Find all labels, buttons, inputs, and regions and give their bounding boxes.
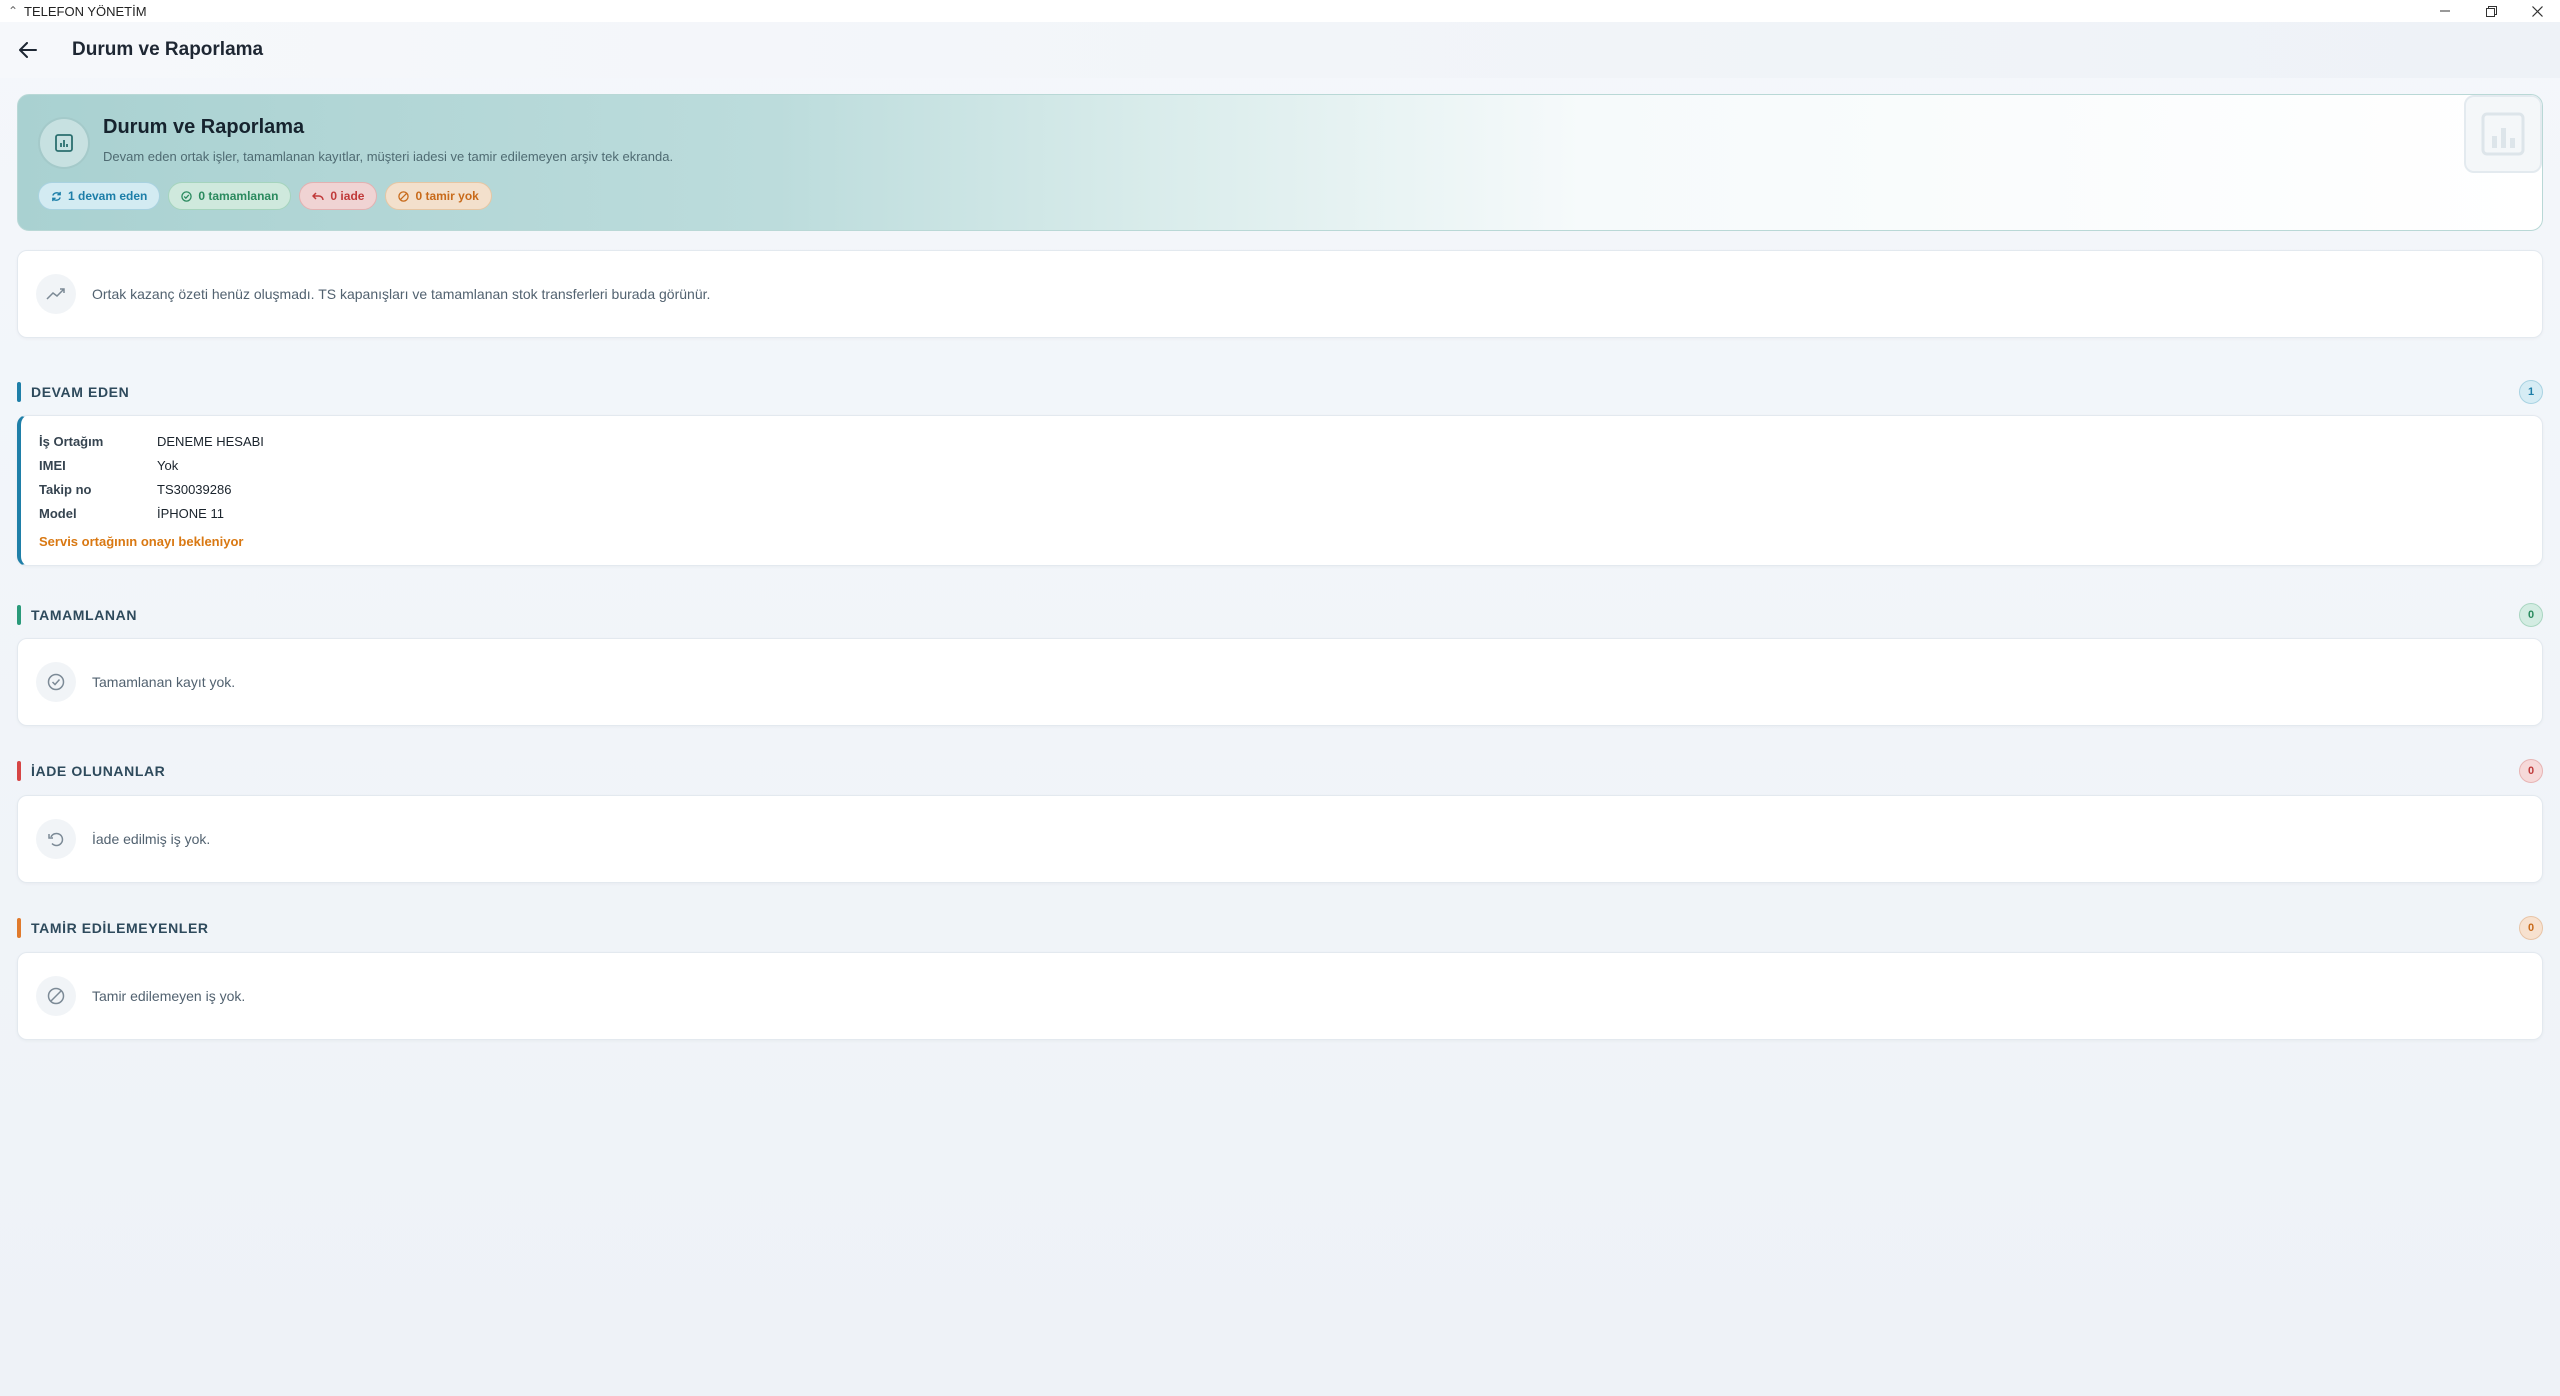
trend-icon bbox=[36, 274, 76, 314]
section-ongoing-count: 1 bbox=[2519, 380, 2543, 404]
arrow-left-icon bbox=[19, 42, 37, 58]
section-unrepairable-title: TAMİR EDİLEMEYENLER bbox=[31, 920, 209, 936]
returned-empty-text: İade edilmiş iş yok. bbox=[92, 831, 211, 847]
app-icon: ⌃ bbox=[8, 4, 19, 18]
section-returned-count: 0 bbox=[2519, 759, 2543, 783]
job-status-text: Servis ortağının onayı bekleniyor bbox=[39, 534, 244, 549]
section-ongoing-header: DEVAM EDEN 1 bbox=[17, 380, 2543, 404]
summary-row: Ortak kazanç özeti henüz oluşmadı. TS ka… bbox=[18, 251, 2542, 337]
completed-empty-text: Tamamlanan kayıt yok. bbox=[92, 674, 236, 690]
ongoing-job-card[interactable]: İş Ortağım DENEME HESABI IMEI Yok Takip … bbox=[17, 415, 2543, 566]
hero-subtitle: Devam eden ortak işler, tamamlanan kayıt… bbox=[103, 149, 674, 164]
job-field-partner-value: DENEME HESABI bbox=[157, 434, 264, 449]
window-controls bbox=[2422, 0, 2560, 22]
block-icon bbox=[36, 976, 76, 1016]
section-completed-title: TAMAMLANAN bbox=[31, 607, 138, 623]
job-field-tracking-value: TS30039286 bbox=[157, 482, 232, 497]
undo-circle-icon bbox=[36, 819, 76, 859]
page-header: Durum ve Raporlama bbox=[0, 22, 2560, 78]
unrepairable-empty-text: Tamir edilemeyen iş yok. bbox=[92, 988, 246, 1004]
page-title: Durum ve Raporlama bbox=[72, 39, 264, 60]
minimize-icon bbox=[2440, 10, 2450, 12]
status-chips: 1 devam eden 0 tamamlanan 0 iade 0 tamir… bbox=[38, 182, 492, 210]
section-completed-bar bbox=[17, 605, 21, 625]
back-button[interactable] bbox=[8, 30, 48, 70]
window-titlebar: ⌃ TELEFON YÖNETİM bbox=[0, 0, 2560, 22]
hero-title: Durum ve Raporlama bbox=[103, 116, 305, 138]
chip-unrepairable-label: 0 tamir yok bbox=[415, 189, 479, 203]
chip-returned[interactable]: 0 iade bbox=[299, 182, 378, 210]
close-icon bbox=[2531, 5, 2543, 17]
section-unrepairable-header: TAMİR EDİLEMEYENLER 0 bbox=[17, 916, 2543, 940]
job-field-model-value: İPHONE 11 bbox=[157, 506, 224, 521]
section-ongoing-title: DEVAM EDEN bbox=[31, 384, 130, 400]
job-field-tracking: Takip no TS30039286 bbox=[39, 482, 231, 497]
section-returned-header: İADE OLUNANLAR 0 bbox=[17, 759, 2543, 783]
section-completed-count: 0 bbox=[2519, 603, 2543, 627]
minimize-button[interactable] bbox=[2422, 0, 2468, 22]
main-content: Durum ve Raporlama Devam eden ortak işle… bbox=[17, 94, 2543, 1040]
check-circle-icon bbox=[36, 662, 76, 702]
completed-empty-row: Tamamlanan kayıt yok. bbox=[18, 639, 2542, 725]
job-field-model: Model İPHONE 11 bbox=[39, 506, 224, 521]
restore-button[interactable] bbox=[2468, 0, 2514, 22]
summary-text: Ortak kazanç özeti henüz oluşmadı. TS ka… bbox=[92, 286, 711, 302]
completed-empty-card: Tamamlanan kayıt yok. bbox=[17, 638, 2543, 726]
block-icon bbox=[398, 190, 410, 202]
report-chart-icon bbox=[38, 117, 90, 169]
undo-icon bbox=[312, 191, 325, 200]
hero-banner: Durum ve Raporlama Devam eden ortak işle… bbox=[17, 94, 2543, 231]
window-title: TELEFON YÖNETİM bbox=[24, 3, 147, 19]
section-ongoing-bar bbox=[17, 382, 21, 402]
unrepairable-empty-row: Tamir edilemeyen iş yok. bbox=[18, 953, 2542, 1039]
unrepairable-empty-card: Tamir edilemeyen iş yok. bbox=[17, 952, 2543, 1040]
chip-returned-label: 0 iade bbox=[330, 189, 365, 203]
profit-summary-card: Ortak kazanç özeti henüz oluşmadı. TS ka… bbox=[17, 250, 2543, 338]
chip-unrepairable[interactable]: 0 tamir yok bbox=[385, 182, 492, 210]
returned-empty-row: İade edilmiş iş yok. bbox=[18, 796, 2542, 882]
section-returned-bar bbox=[17, 761, 21, 781]
restore-icon bbox=[2485, 5, 2497, 17]
chip-ongoing-label: 1 devam eden bbox=[68, 189, 148, 203]
job-field-imei: IMEI Yok bbox=[39, 458, 178, 473]
section-unrepairable-bar bbox=[17, 918, 21, 938]
job-field-imei-key: IMEI bbox=[39, 458, 66, 473]
job-field-imei-value: Yok bbox=[157, 458, 179, 473]
bar-chart-watermark-icon bbox=[2464, 95, 2542, 173]
check-circle-icon bbox=[181, 190, 193, 202]
close-button[interactable] bbox=[2514, 0, 2560, 22]
job-field-partner-key: İş Ortağım bbox=[39, 434, 104, 449]
job-field-partner: İş Ortağım DENEME HESABI bbox=[39, 434, 264, 449]
sync-icon bbox=[52, 191, 61, 201]
job-field-model-key: Model bbox=[39, 506, 77, 521]
section-completed-header: TAMAMLANAN 0 bbox=[17, 603, 2543, 627]
returned-empty-card: İade edilmiş iş yok. bbox=[17, 795, 2543, 883]
section-returned-title: İADE OLUNANLAR bbox=[31, 763, 166, 779]
chip-ongoing[interactable]: 1 devam eden bbox=[38, 182, 161, 210]
job-field-tracking-key: Takip no bbox=[39, 482, 92, 497]
chip-completed-label: 0 tamamlanan bbox=[198, 189, 279, 203]
section-unrepairable-count: 0 bbox=[2519, 916, 2543, 940]
chip-completed[interactable]: 0 tamamlanan bbox=[168, 182, 292, 210]
